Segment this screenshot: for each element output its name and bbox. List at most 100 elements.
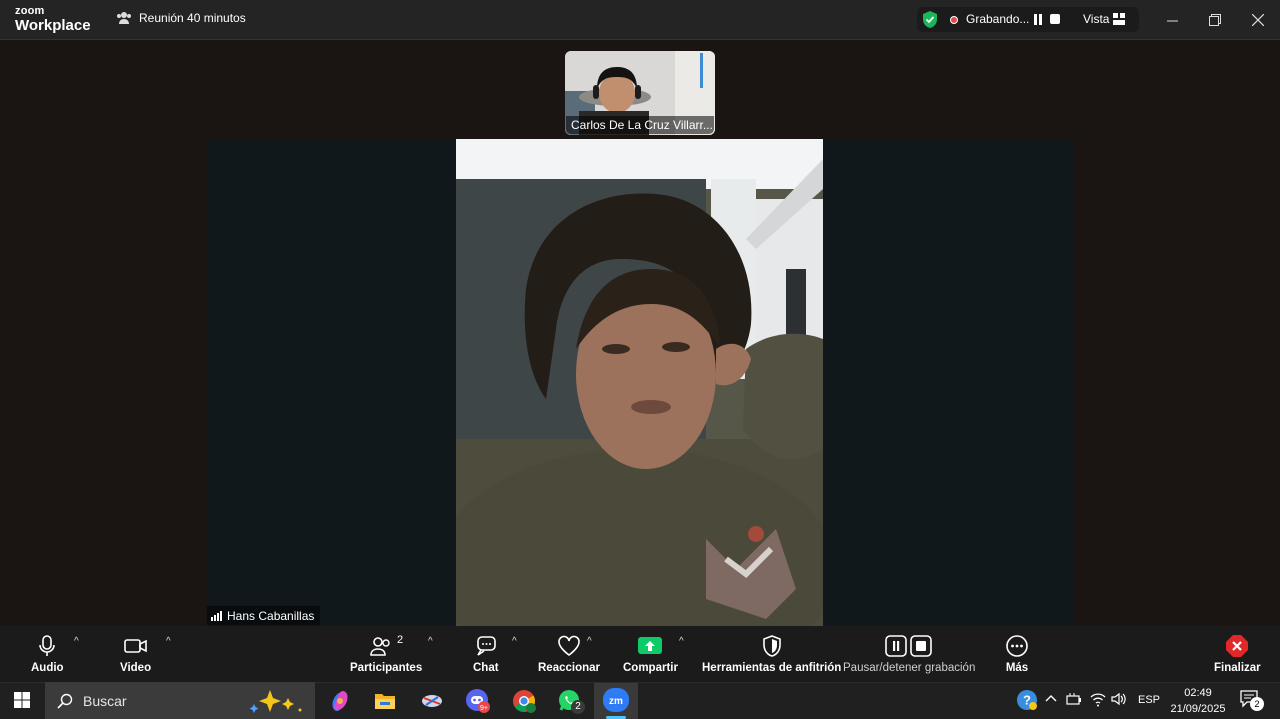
battery-tray[interactable] xyxy=(1066,692,1082,711)
react-label: Reaccionar xyxy=(538,662,601,674)
taskbar-search-box[interactable]: Buscar xyxy=(45,682,315,719)
restore-button[interactable] xyxy=(1193,0,1237,40)
chrome-icon xyxy=(513,690,536,713)
clock-date: 21/09/2025 xyxy=(1170,703,1226,715)
video-camera-icon xyxy=(123,639,147,653)
chat-button[interactable]: Chat xyxy=(473,634,499,674)
video-options-caret-icon[interactable]: ^ xyxy=(166,636,171,647)
copilot-app-icon xyxy=(332,691,348,711)
end-meeting-icon xyxy=(1226,635,1249,657)
language-indicator[interactable]: ESP xyxy=(1138,694,1160,706)
chat-bubble-icon xyxy=(476,636,496,656)
whatsapp-app[interactable]: 2 xyxy=(555,686,585,716)
participants-button[interactable]: 2 Participantes xyxy=(350,634,422,674)
thumbnail-name-label: Carlos De La Cruz Villarr... xyxy=(566,116,714,134)
windows-logo-icon xyxy=(14,692,30,708)
end-meeting-button[interactable]: Finalizar xyxy=(1214,634,1261,674)
participants-options-caret-icon[interactable]: ^ xyxy=(428,636,433,647)
whatsapp-badge: 2 xyxy=(571,700,585,714)
view-button[interactable]: Vista xyxy=(1083,12,1109,26)
chat-label: Chat xyxy=(473,662,499,674)
chrome-app[interactable] xyxy=(509,686,539,716)
folder-icon xyxy=(375,694,395,709)
copilot-sparkle-icon xyxy=(249,690,302,713)
grid-view-icon[interactable] xyxy=(1113,13,1125,25)
speaker-icon xyxy=(1111,692,1126,706)
pause-stop-recording-icon xyxy=(885,635,932,657)
participants-icon-row: 2 xyxy=(369,634,403,662)
meeting-title: Reunión 40 minutos xyxy=(139,11,246,25)
chat-options-caret-icon[interactable]: ^ xyxy=(512,636,517,647)
recording-control-label: Pausar/detener grabación xyxy=(843,662,976,674)
video-label: Video xyxy=(120,662,152,674)
microphone-icon xyxy=(39,635,56,656)
speaker-name-badge: Hans Cabanillas xyxy=(207,606,321,625)
audio-label: Audio xyxy=(31,662,64,674)
close-button[interactable] xyxy=(1236,0,1280,40)
share-options-caret-icon[interactable]: ^ xyxy=(679,636,684,647)
clock[interactable]: 02:49 21/09/2025 xyxy=(1166,685,1230,717)
video-button[interactable]: Video xyxy=(120,634,151,674)
app-taskbar-item[interactable] xyxy=(417,686,447,716)
wifi-tray[interactable] xyxy=(1090,691,1106,712)
svg-text:9+: 9+ xyxy=(480,705,488,712)
more-icon xyxy=(1006,635,1028,657)
help-tray-icon[interactable]: ? xyxy=(1016,689,1038,716)
clock-time: 02:49 xyxy=(1184,687,1212,699)
svg-text:zm: zm xyxy=(609,696,623,707)
host-shield-icon xyxy=(762,635,781,657)
signal-strength-icon xyxy=(211,610,222,621)
react-options-caret-icon[interactable]: ^ xyxy=(587,636,592,647)
tray-overflow-button[interactable] xyxy=(1045,692,1057,710)
recording-dot-icon xyxy=(950,16,958,24)
audio-options-caret-icon[interactable]: ^ xyxy=(74,636,79,647)
heart-icon xyxy=(558,635,580,656)
zoom-app-icon: zm xyxy=(603,688,629,712)
stop-recording-icon[interactable] xyxy=(1050,14,1060,24)
file-explorer-app[interactable] xyxy=(370,686,400,716)
meeting-info[interactable]: Reunión 40 minutos xyxy=(116,11,246,25)
app-icon xyxy=(422,695,442,707)
participants-count: 2 xyxy=(397,634,404,646)
volume-tray[interactable] xyxy=(1110,691,1126,712)
windows-start-button[interactable] xyxy=(14,692,30,713)
participants-label: Participantes xyxy=(350,662,423,674)
participants-group-icon xyxy=(117,12,131,24)
help-icon: ? xyxy=(1017,690,1037,710)
battery-icon xyxy=(1066,693,1081,705)
brand-bottom: Workplace xyxy=(15,17,91,34)
title-bar: zoom Workplace Reunión 40 minutos Graban… xyxy=(0,0,1280,40)
meeting-toolbar: Audio ^ Video ^ 2 Participantes ^ Chat ^… xyxy=(0,626,1280,682)
more-label: Más xyxy=(1005,662,1029,674)
end-meeting-label: Finalizar xyxy=(1214,662,1261,674)
speaker-name: Hans Cabanillas xyxy=(227,608,315,623)
copilot-app[interactable] xyxy=(325,686,355,716)
notifications-button[interactable]: 2 xyxy=(1240,690,1264,713)
search-icon xyxy=(57,693,73,709)
wifi-icon xyxy=(1090,693,1106,707)
close-icon xyxy=(1252,14,1264,26)
host-tools-label: Herramientas de anfitrión xyxy=(702,662,842,674)
recording-control[interactable]: Pausar/detener grabación xyxy=(843,634,975,674)
notification-count: 2 xyxy=(1250,697,1264,711)
minimize-icon xyxy=(1166,20,1178,21)
pause-recording-icon[interactable] xyxy=(1033,14,1043,25)
search-placeholder: Buscar xyxy=(83,692,127,709)
discord-icon: 9+ xyxy=(466,689,490,713)
audio-button[interactable]: Audio xyxy=(31,634,64,674)
host-tools-button[interactable]: Herramientas de anfitrión xyxy=(702,634,841,674)
recording-label: Grabando... xyxy=(966,12,1030,26)
brand-top: zoom xyxy=(15,5,45,17)
share-button[interactable]: Compartir xyxy=(623,634,678,674)
more-button[interactable]: Más xyxy=(1005,634,1029,674)
discord-app[interactable]: 9+ xyxy=(463,686,493,716)
security-shield-icon xyxy=(923,11,937,28)
main-video[interactable] xyxy=(456,139,823,626)
share-screen-icon xyxy=(638,637,663,654)
zoom-logo: zoom Workplace xyxy=(15,5,91,34)
minimize-button[interactable] xyxy=(1150,0,1194,40)
recording-status: Grabando... Vista xyxy=(917,7,1139,32)
chevron-up-icon xyxy=(1045,695,1057,702)
zoom-taskbar-active[interactable]: zm xyxy=(594,683,638,719)
speaker-video-image xyxy=(456,139,823,626)
